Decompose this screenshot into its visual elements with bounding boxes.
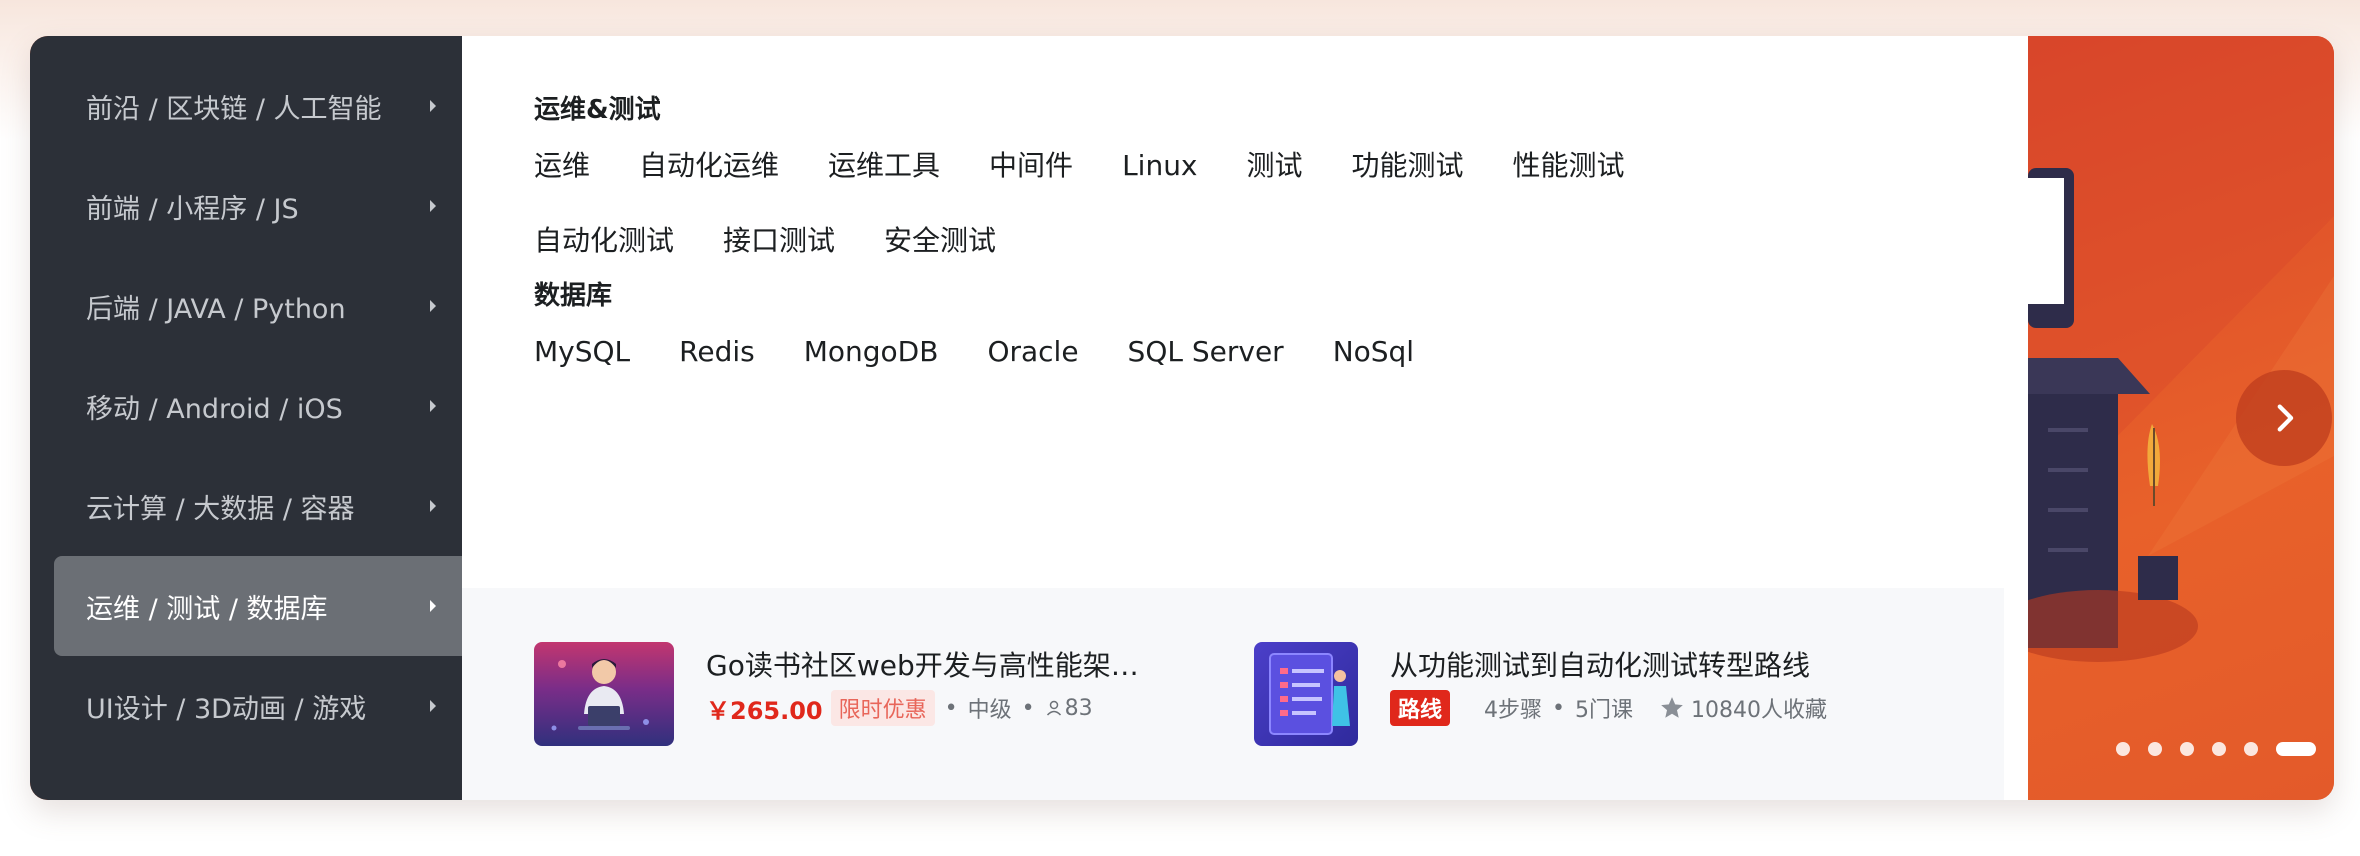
tag-list: 运维 自动化运维 运维工具 中间件 Linux 测试 功能测试 性能测试 自动化… [534,128,1854,278]
carousel-dot[interactable] [2148,742,2162,756]
sidebar-item-label: 后端 / JAVA / Python [86,293,346,325]
tag-link[interactable]: 安全测试 [884,203,996,278]
path-thumbnail [1254,642,1358,746]
tag-link[interactable]: 运维工具 [828,128,940,203]
tag-link[interactable]: NoSql [1333,314,1414,389]
carousel-dot[interactable] [2244,742,2258,756]
developer-illustration-icon [551,659,649,731]
sidebar-item-frontend[interactable]: 前端 / 小程序 / JS [54,156,462,256]
tag-link[interactable]: Linux [1122,128,1197,203]
course-level: 中级 [967,698,1012,723]
sidebar-item-label: UI设计 / 3D动画 / 游戏 [86,693,367,725]
sidebar-item-cloud[interactable]: 云计算 / 大数据 / 容器 [54,456,462,556]
recommended-path[interactable]: 从功能测试到自动化测试转型路线 路线 4步骤 • 5门课 10840人收藏 [1254,642,1827,746]
course-title: Go读书社区web开发与高性能架… [706,649,1139,682]
course-thumbnail [534,642,674,746]
sidebar-item-frontier[interactable]: 前沿 / 区块链 / 人工智能 [54,56,462,156]
carousel-dot-active[interactable] [2276,742,2316,756]
tag-link[interactable]: 接口测试 [723,203,835,278]
caret-right-icon [430,400,436,412]
carousel-dot[interactable] [2180,742,2194,756]
path-meta: 路线 4步骤 • 5门课 10840人收藏 [1390,690,1827,726]
sidebar-item-mobile[interactable]: 移动 / Android / iOS [54,356,462,456]
banner-carousel[interactable] [2028,36,2334,800]
path-courses: 5门课 [1575,698,1633,723]
category-sidebar: 前沿 / 区块链 / 人工智能 前端 / 小程序 / JS 后端 / JAVA … [30,36,462,800]
sidebar-item-label: 前沿 / 区块链 / 人工智能 [86,93,382,125]
category-panel: 运维&测试 运维 自动化运维 运维工具 中间件 Linux 测试 功能测试 性能… [462,36,2028,800]
section-title: 运维&测试 [534,95,661,125]
carousel-dot[interactable] [2212,742,2226,756]
carousel-indicators [2116,742,2334,756]
caret-right-icon [430,700,436,712]
course-meta: ￥265.00 限时优惠 • 中级 • 83 [706,690,1139,726]
caret-right-icon [430,500,436,512]
tag-link[interactable]: 测试 [1247,128,1303,203]
path-steps: 4步骤 [1484,698,1543,723]
favorite-count: 10840人收藏 [1691,698,1827,723]
student-count: 83 [1064,695,1093,721]
recommendation-bar: Go读书社区web开发与高性能架… ￥265.00 限时优惠 • 中级 • 83 [462,588,2004,800]
tag-link[interactable]: 运维 [534,128,590,203]
separator-dot: • [1552,695,1565,721]
recommended-course[interactable]: Go读书社区web开发与高性能架… ￥265.00 限时优惠 • 中级 • 83 [534,642,1139,746]
caret-right-icon [430,300,436,312]
route-badge: 路线 [1390,690,1451,726]
sidebar-item-label: 运维 / 测试 / 数据库 [86,593,328,625]
path-title: 从功能测试到自动化测试转型路线 [1390,649,1811,682]
caret-right-icon [430,200,436,212]
sidebar-item-label: 前端 / 小程序 / JS [86,193,299,225]
caret-right-icon [430,600,436,612]
sidebar-item-ui-design[interactable]: UI设计 / 3D动画 / 游戏 [54,656,462,756]
tag-link[interactable]: MySQL [534,314,630,389]
tag-link[interactable]: Oracle [987,314,1078,389]
star-icon [1661,697,1683,718]
next-slide-button[interactable] [2236,370,2332,466]
sidebar-item-label: 移动 / Android / iOS [86,393,343,425]
section-title: 数据库 [534,281,613,311]
carousel-dot[interactable] [2116,742,2130,756]
tag-link[interactable]: 自动化测试 [534,203,674,278]
promo-badge: 限时优惠 [830,690,935,726]
user-icon [1046,700,1061,716]
separator-dot: • [944,695,958,721]
tag-link[interactable]: 自动化运维 [639,128,779,203]
category-menu-card: 前沿 / 区块链 / 人工智能 前端 / 小程序 / JS 后端 / JAVA … [30,36,2334,800]
tag-link[interactable]: 性能测试 [1513,128,1625,203]
tag-link[interactable]: 功能测试 [1352,128,1464,203]
separator-dot: • [1021,695,1035,721]
sidebar-item-label: 云计算 / 大数据 / 容器 [86,493,355,525]
tag-list: MySQL Redis MongoDB Oracle SQL Server No… [534,314,1854,389]
sidebar-item-ops-test-db[interactable]: 运维 / 测试 / 数据库 [54,556,462,656]
sidebar-item-backend[interactable]: 后端 / JAVA / Python [54,256,462,356]
course-price: ￥265.00 [706,696,823,725]
tag-link[interactable]: SQL Server [1128,314,1284,389]
caret-right-icon [430,100,436,112]
tag-link[interactable]: Redis [679,314,755,389]
checklist-illustration-icon [1269,653,1350,735]
chevron-right-icon [2277,404,2294,432]
tag-link[interactable]: MongoDB [804,314,939,389]
tag-link[interactable]: 中间件 [989,128,1073,203]
